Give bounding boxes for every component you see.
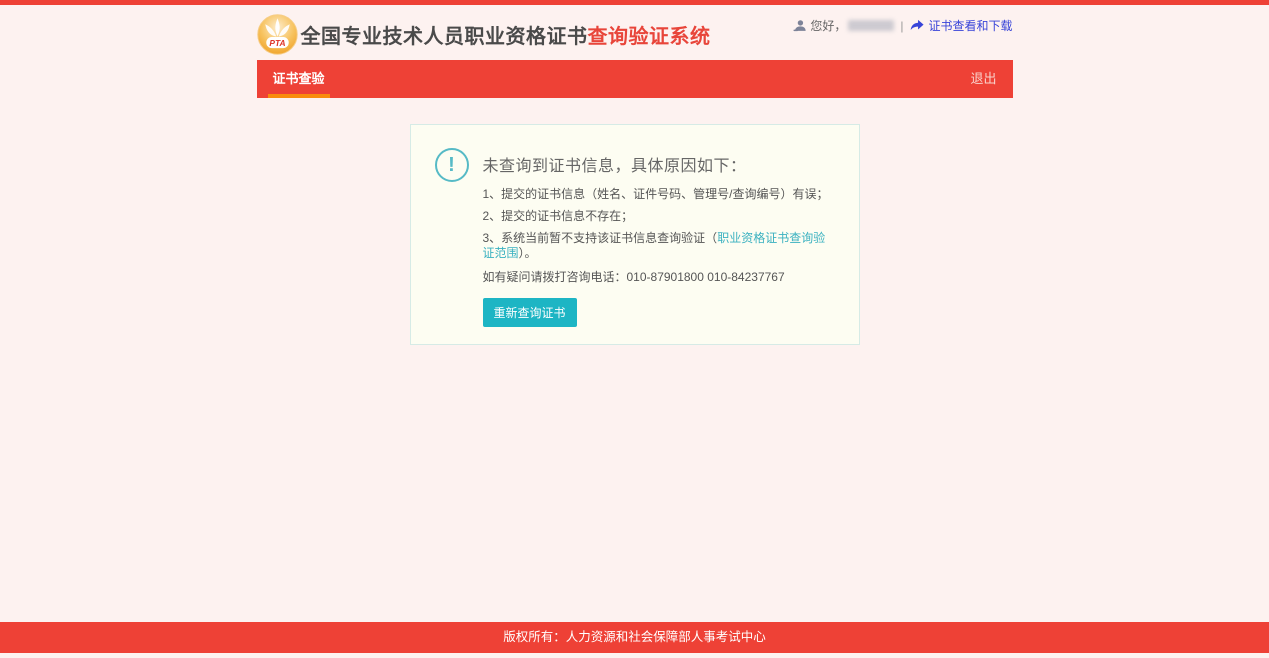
alert-body: 未查询到证书信息，具体原因如下： 1、提交的证书信息（姓名、证件号码、管理号/查… [483, 146, 835, 327]
nav-bar: 证书查验 退出 [257, 60, 1013, 98]
active-tab-underline [268, 94, 330, 98]
pta-lotus-logo-icon: PTA [257, 14, 298, 55]
footer: 版权所有：人力资源和社会保障部人事考试中心 [0, 622, 1269, 653]
not-found-alert-card: ! 未查询到证书信息，具体原因如下： 1、提交的证书信息（姓名、证件号码、管理号… [410, 124, 860, 345]
user-info: 您好， | 证书查看和下载 [793, 17, 1012, 34]
reason-item-3: 3、系统当前暂不支持该证书信息查询验证（职业资格证书查询验证范围）。 [483, 231, 835, 261]
user-name-redacted [848, 20, 894, 31]
main-content: ! 未查询到证书信息，具体原因如下： 1、提交的证书信息（姓名、证件号码、管理号… [257, 98, 1013, 345]
certificate-download-label: 证书查看和下载 [928, 17, 1012, 34]
reason-3-text-before: 3、系统当前暂不支持该证书信息查询验证（ [483, 231, 718, 245]
reason-item-1: 1、提交的证书信息（姓名、证件号码、管理号/查询编号）有误； [483, 187, 835, 202]
page-title-main: 全国专业技术人员职业资格证书 [301, 26, 588, 48]
reason-item-2: 2、提交的证书信息不存在； [483, 209, 835, 224]
user-greeting: 您好， [810, 17, 846, 34]
separator: | [900, 19, 903, 33]
page-title: 全国专业技术人员职业资格证书查询验证系统 [301, 20, 711, 49]
contact-phone-line: 如有疑问请拨打咨询电话：010-87901800 010-84237767 [483, 268, 835, 285]
certificate-download-link[interactable]: 证书查看和下载 [910, 17, 1012, 34]
page-title-accent: 查询验证系统 [588, 26, 711, 48]
person-icon [793, 19, 806, 32]
logout-button[interactable]: 退出 [954, 60, 1012, 98]
requery-certificate-button[interactable]: 重新查询证书 [483, 298, 577, 327]
alert-reason-list: 1、提交的证书信息（姓名、证件号码、管理号/查询编号）有误； 2、提交的证书信息… [483, 187, 835, 261]
header: PTA 全国专业技术人员职业资格证书查询验证系统 您好， | [257, 5, 1013, 60]
brand: PTA 全国专业技术人员职业资格证书查询验证系统 [257, 14, 711, 55]
copyright-text: 版权所有：人力资源和社会保障部人事考试中心 [503, 630, 766, 644]
tab-certificate-verification[interactable]: 证书查验 [257, 60, 341, 98]
reason-3-text-after: ）。 [519, 246, 537, 260]
alert-title: 未查询到证书信息，具体原因如下： [483, 152, 835, 176]
share-arrow-icon [910, 19, 924, 32]
exclamation-circle-icon: ! [435, 148, 469, 182]
tab-label: 证书查验 [273, 71, 325, 86]
logo-text: PTA [269, 38, 285, 48]
